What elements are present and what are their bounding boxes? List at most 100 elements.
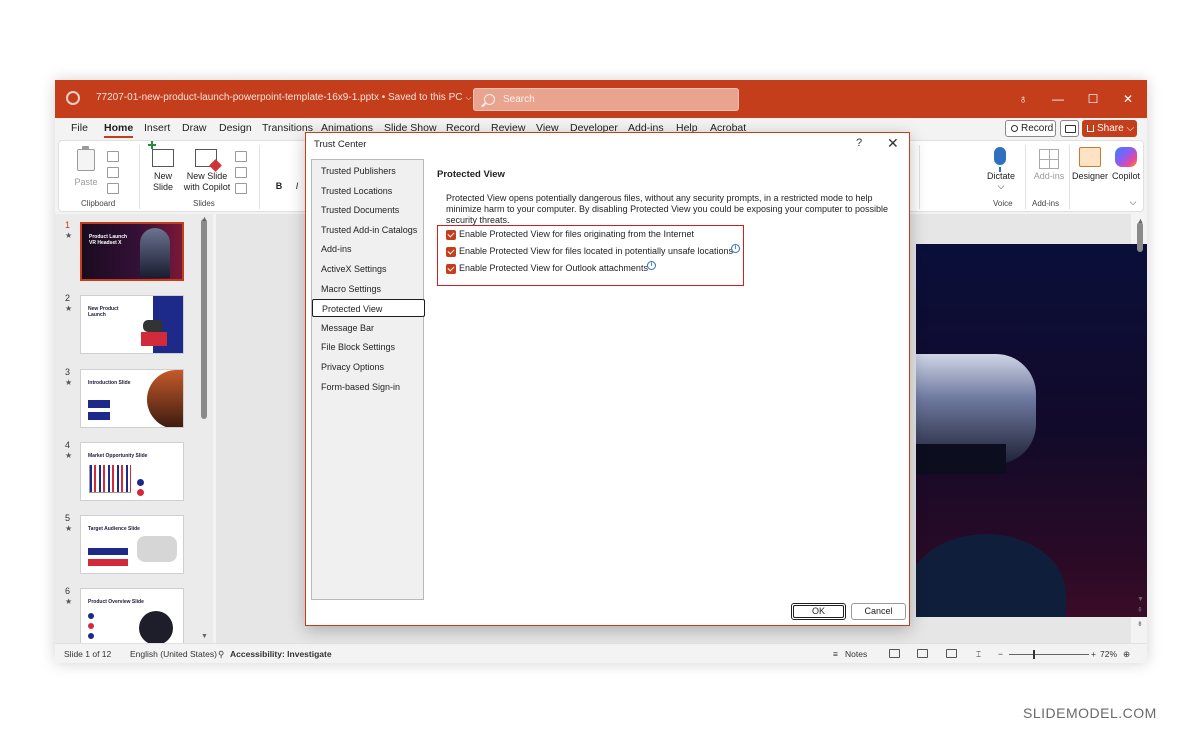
fit-to-window-icon[interactable]: ⊕ xyxy=(1123,649,1130,660)
slide-thumbnail-5[interactable]: Target Audience Slide xyxy=(80,515,184,574)
record-label: Record xyxy=(1021,123,1054,134)
new-slide-copilot-icon[interactable] xyxy=(195,149,217,167)
copilot-label[interactable]: Copilot xyxy=(1109,171,1143,182)
decor-dot xyxy=(88,633,94,639)
nav-item-trusted-add-in-catalogs[interactable]: Trusted Add-in Catalogs xyxy=(313,221,424,239)
title-bar: 77207-01-new-product-launch-powerpoint-t… xyxy=(55,80,1147,118)
collapse-ribbon-icon[interactable]: ⌵ xyxy=(1127,197,1139,208)
layout-icon[interactable] xyxy=(235,151,247,162)
thumbnails-scrollbar[interactable] xyxy=(201,219,207,419)
nav-item-protected-view[interactable]: Protected View xyxy=(312,299,425,317)
decor-dot xyxy=(137,479,144,486)
ribbon-separator xyxy=(259,145,260,209)
nav-item-trusted-locations[interactable]: Trusted Locations xyxy=(313,182,424,200)
language-indicator[interactable]: English (United States) xyxy=(130,649,217,659)
dialog-title: Trust Center xyxy=(314,139,367,150)
ribbon-separator xyxy=(1025,145,1026,209)
previous-slide-icon[interactable]: ⇞ xyxy=(1137,606,1143,614)
scroll-down-icon[interactable]: ▼ xyxy=(201,633,208,640)
slide-thumbnail-3[interactable]: Introduction Slide xyxy=(80,369,184,428)
paste-label[interactable]: Paste xyxy=(73,177,99,188)
italic-icon[interactable]: I xyxy=(291,181,303,192)
search-placeholder: Search xyxy=(503,94,535,105)
new-slide-label[interactable]: New Slide xyxy=(145,171,181,193)
slide-thumbnail-6[interactable]: Product Overview Slide xyxy=(80,588,184,647)
close-window-button[interactable]: ✕ xyxy=(1118,89,1138,109)
status-bar: Slide 1 of 12 English (United States) ⚲ … xyxy=(55,643,1147,663)
scroll-down-icon[interactable]: ▼ xyxy=(1137,596,1144,603)
section-icon[interactable] xyxy=(235,183,247,194)
thumb-title: Target Audience Slide xyxy=(88,526,140,532)
bold-icon[interactable]: B xyxy=(273,181,285,192)
tab-insert[interactable]: Insert xyxy=(144,122,170,134)
reset-icon[interactable] xyxy=(235,167,247,178)
nav-item-macro-settings[interactable]: Macro Settings xyxy=(313,280,424,298)
decor-block xyxy=(88,412,110,420)
share-button[interactable]: Share ⌵ xyxy=(1082,120,1137,137)
document-title[interactable]: 77207-01-new-product-launch-powerpoint-t… xyxy=(96,92,472,103)
comments-button[interactable] xyxy=(1060,120,1079,137)
zoom-slider-handle[interactable] xyxy=(1033,650,1035,659)
reading-view-icon[interactable] xyxy=(946,649,957,658)
chevron-down-icon: ⌵ xyxy=(465,93,472,102)
ok-button[interactable]: OK xyxy=(791,603,846,620)
zoom-slider[interactable] xyxy=(1009,654,1089,655)
scroll-up-icon[interactable]: ▲ xyxy=(1137,218,1144,225)
nav-item-privacy-options[interactable]: Privacy Options xyxy=(313,358,424,376)
new-slide-copilot-label[interactable]: New Slide with Copilot xyxy=(183,171,231,193)
cancel-button[interactable]: Cancel xyxy=(851,603,906,620)
microphone-icon[interactable] xyxy=(994,147,1006,172)
accessibility-status[interactable]: Accessibility: Investigate xyxy=(230,649,332,659)
scroll-up-icon[interactable]: ▲ xyxy=(201,216,208,223)
help-button[interactable]: ? xyxy=(856,137,862,149)
zoom-level[interactable]: 72% xyxy=(1100,649,1117,659)
nav-item-trusted-documents[interactable]: Trusted Documents xyxy=(313,201,424,219)
nav-item-form-based-sign-in[interactable]: Form-based Sign-in xyxy=(313,378,424,396)
current-slide[interactable] xyxy=(916,244,1147,617)
nav-item-trusted-publishers[interactable]: Trusted Publishers xyxy=(313,162,424,180)
zoom-out-icon[interactable]: − xyxy=(998,649,1003,659)
thumb-number: 4 xyxy=(65,440,71,450)
share-label: Share xyxy=(1097,123,1124,134)
add-ins-icon[interactable] xyxy=(1039,149,1059,169)
accessibility-icon: ⚲ xyxy=(218,649,225,659)
normal-view-icon[interactable] xyxy=(889,649,900,658)
tab-draw[interactable]: Draw xyxy=(182,122,207,134)
nav-item-activex-settings[interactable]: ActiveX Settings xyxy=(313,260,424,278)
trust-center-nav: Trusted Publishers Trusted Locations Tru… xyxy=(311,159,425,600)
zoom-in-icon[interactable]: + xyxy=(1091,649,1096,659)
tab-design[interactable]: Design xyxy=(219,122,252,134)
lightbulb-icon[interactable]: ♁ xyxy=(1013,89,1033,109)
next-slide-icon[interactable]: ⇟ xyxy=(1137,620,1143,628)
paste-icon[interactable] xyxy=(77,146,95,171)
tab-file[interactable]: File xyxy=(71,122,88,134)
record-button[interactable]: Record xyxy=(1005,120,1056,137)
canvas-scrollbar[interactable] xyxy=(1137,222,1143,252)
vr-headset-image xyxy=(139,611,173,645)
minimize-button[interactable]: — xyxy=(1048,89,1068,109)
powerpoint-logo-icon xyxy=(66,91,80,105)
cut-icon[interactable] xyxy=(107,151,119,162)
chevron-down-icon[interactable]: ⌵ xyxy=(983,181,1019,192)
designer-label[interactable]: Designer xyxy=(1071,171,1109,182)
slide-sorter-icon[interactable] xyxy=(917,649,928,658)
thumb-number: 2 xyxy=(65,293,71,303)
new-slide-icon[interactable] xyxy=(148,141,174,167)
slide-thumbnail-2[interactable]: New Product Launch xyxy=(80,295,184,354)
designer-icon[interactable] xyxy=(1079,147,1101,167)
add-ins-label[interactable]: Add-ins xyxy=(1031,171,1067,182)
tab-home[interactable]: Home xyxy=(104,122,134,138)
nav-item-file-block-settings[interactable]: File Block Settings xyxy=(313,338,424,356)
copy-icon[interactable] xyxy=(107,167,119,178)
nav-item-add-ins[interactable]: Add-ins xyxy=(313,240,424,258)
close-dialog-button[interactable]: ✕ xyxy=(887,135,899,152)
search-box[interactable]: Search xyxy=(473,88,739,111)
slide-thumbnail-4[interactable]: Market Opportunity Slide xyxy=(80,442,184,501)
notes-button[interactable]: Notes xyxy=(845,649,867,659)
maximize-button[interactable]: ☐ xyxy=(1083,89,1103,109)
format-painter-icon[interactable] xyxy=(107,183,119,194)
copilot-icon[interactable] xyxy=(1115,147,1137,167)
slide-show-icon[interactable]: ⌶ xyxy=(976,649,981,660)
slide-thumbnail-1[interactable]: Product Launch VR Headset X xyxy=(80,222,184,281)
nav-item-message-bar[interactable]: Message Bar xyxy=(313,319,424,337)
